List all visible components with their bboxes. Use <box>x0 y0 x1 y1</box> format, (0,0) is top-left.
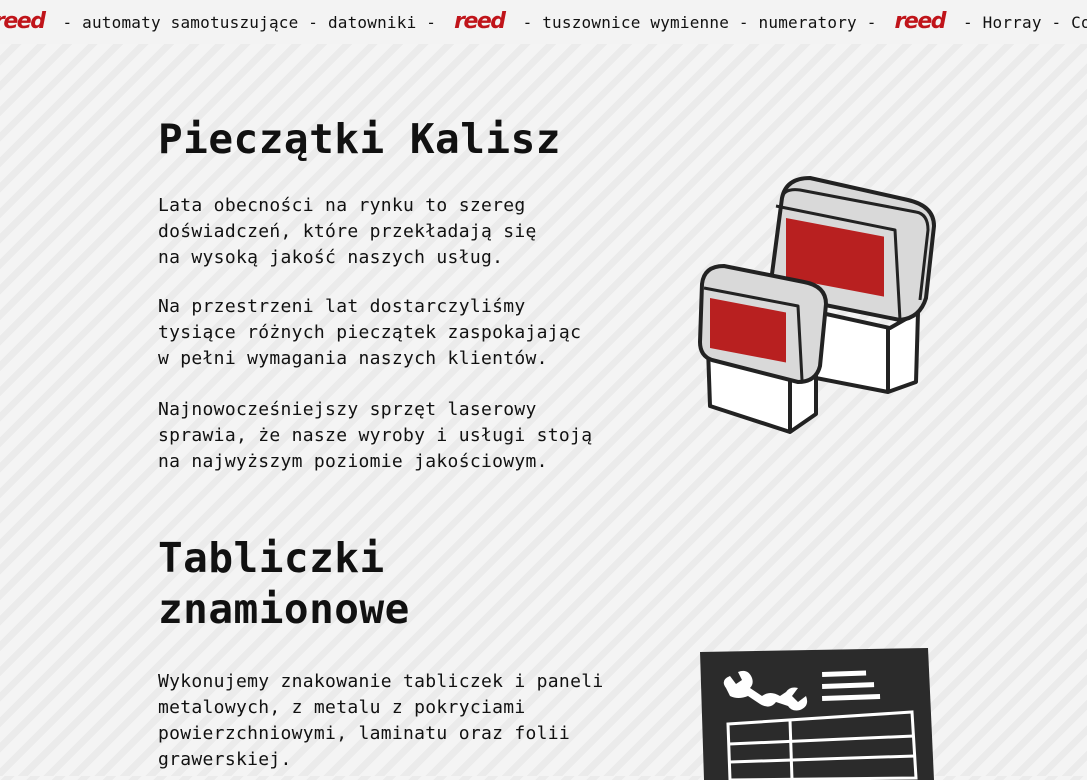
nameplates-paragraph: Wykonujemy znakowanie tabliczek i paneli… <box>158 671 604 770</box>
reed-logo: reed <box>454 8 506 34</box>
reed-logo: reed <box>894 8 947 34</box>
reed-logo: reed <box>0 8 46 34</box>
stamps-icon <box>698 176 936 434</box>
ticker-track: reed - automaty samotuszujące - datownik… <box>0 0 1087 44</box>
ticker-item: - Horray - Colop <box>963 12 1087 32</box>
section-title-nameplates: Tabliczki znamionowe <box>158 534 410 634</box>
section-title-stamps: Pieczątki Kalisz <box>158 115 561 163</box>
top-ticker-bar: reed - automaty samotuszujące - datownik… <box>0 0 1087 44</box>
stamps-paragraph-3: Najnowocześniejszy sprzęt laserowy spraw… <box>158 399 593 472</box>
stamps-paragraph-1: Lata obecności na rynku to szereg doświa… <box>158 195 537 268</box>
nameplate-icon <box>700 648 934 780</box>
ticker-item: - automaty samotuszujące - datowniki - <box>62 12 437 32</box>
stamps-paragraph-2: Na przestrzeni lat dostarczyliśmy tysiąc… <box>158 296 582 369</box>
ticker-item: - tuszownice wymienne - numeratory - <box>522 12 877 32</box>
